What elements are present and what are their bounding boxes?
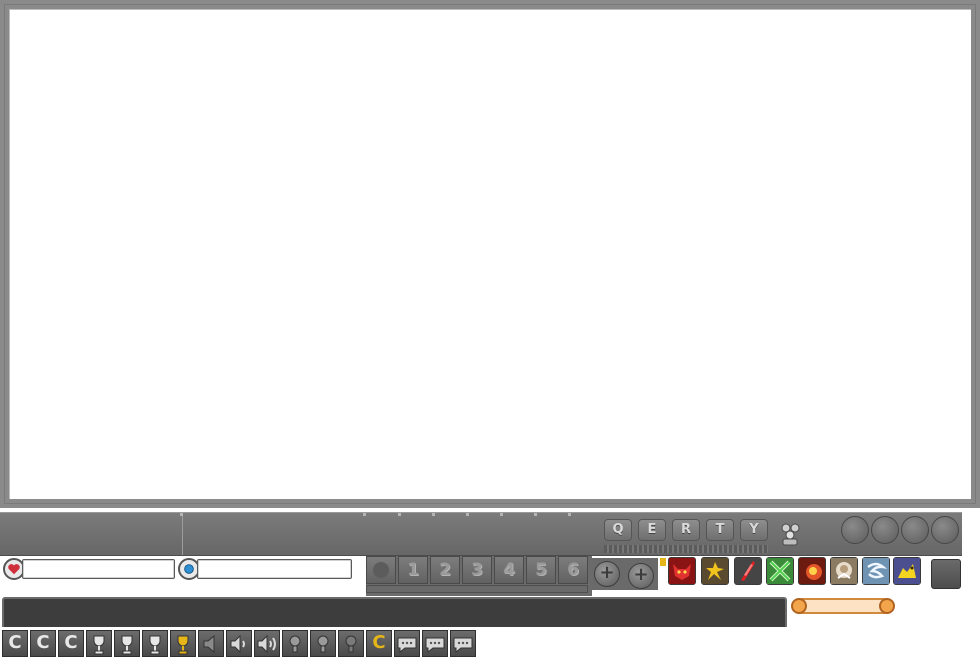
- speech-bubble-icon[interactable]: [394, 630, 420, 657]
- quickslot-empty[interactable]: [366, 556, 396, 584]
- hud-divider: [182, 513, 183, 555]
- quickslot-5[interactable]: 5: [526, 556, 556, 584]
- golden-runner-skill-icon[interactable]: [701, 557, 729, 585]
- fire-burst-skill-icon[interactable]: [798, 557, 826, 585]
- hotkey-r-button[interactable]: R: [672, 519, 700, 541]
- quickslot-1[interactable]: 1: [398, 556, 428, 584]
- hud-tick: [568, 513, 571, 516]
- chat-channel-c-button[interactable]: C: [2, 630, 28, 657]
- scroll-body: [799, 598, 887, 614]
- light-bulb-icon[interactable]: [310, 630, 336, 657]
- quickslot-3[interactable]: 3: [462, 556, 492, 584]
- hotkey-t-button[interactable]: T: [706, 519, 734, 541]
- gold-trophy-icon[interactable]: [170, 630, 196, 657]
- chat-panel: [2, 597, 787, 627]
- quickslot-2[interactable]: 2: [430, 556, 460, 584]
- scroll-widget[interactable]: [791, 597, 895, 615]
- hotkey-e-button[interactable]: E: [638, 519, 666, 541]
- trophy-icon[interactable]: [142, 630, 168, 657]
- plus-button-group: + +: [592, 558, 658, 590]
- red-demon-skill-icon[interactable]: [668, 557, 696, 585]
- chat-channel-c-button[interactable]: C: [30, 630, 56, 657]
- light-bulb-icon[interactable]: [338, 630, 364, 657]
- hud-tick: [432, 513, 435, 516]
- menu-orb-button[interactable]: [841, 516, 869, 544]
- quickslot-6[interactable]: 6: [558, 556, 588, 584]
- quickslot-footer: [366, 585, 588, 593]
- hotkey-group: Q E R T Y: [604, 519, 776, 553]
- red-claw-skill-icon[interactable]: [734, 557, 762, 585]
- hud-tick: [398, 513, 401, 516]
- trophy-icon[interactable]: [86, 630, 112, 657]
- quickslot-bar: 1 2 3 4 5 6: [366, 556, 592, 596]
- game-viewport[interactable]: [9, 9, 971, 499]
- plus-button[interactable]: +: [628, 563, 654, 589]
- mp-bar: [197, 559, 352, 579]
- hotkey-q-button[interactable]: Q: [604, 519, 632, 541]
- menu-orb-button[interactable]: [931, 516, 959, 544]
- hud-tick: [180, 513, 183, 516]
- quickslot-4[interactable]: 4: [494, 556, 524, 584]
- sound-low-icon[interactable]: [226, 630, 252, 657]
- party-icon[interactable]: [777, 521, 803, 547]
- green-cross-skill-icon[interactable]: [766, 557, 794, 585]
- sound-high-icon[interactable]: [254, 630, 280, 657]
- hotkey-footer: [604, 545, 768, 553]
- hp-bar: [22, 559, 175, 579]
- light-bulb-icon[interactable]: [282, 630, 308, 657]
- side-square-button[interactable]: [931, 559, 961, 589]
- speech-bubble-icon[interactable]: [422, 630, 448, 657]
- hotkey-y-button[interactable]: Y: [740, 519, 768, 541]
- speech-bubble-icon[interactable]: [450, 630, 476, 657]
- notification-marker: [660, 558, 666, 566]
- wind-spirit-skill-icon[interactable]: [862, 557, 890, 585]
- plus-button[interactable]: +: [594, 561, 620, 587]
- chat-input[interactable]: [4, 599, 785, 627]
- yellow-wolf-skill-icon[interactable]: [893, 557, 921, 585]
- ghost-aura-skill-icon[interactable]: [830, 557, 858, 585]
- hud-tick: [534, 513, 537, 516]
- menu-orb-button[interactable]: [901, 516, 929, 544]
- hud-tick: [363, 513, 366, 516]
- sound-off-icon[interactable]: [198, 630, 224, 657]
- hud-tick: [500, 513, 503, 516]
- hud-top-bar: Q E R T Y: [0, 512, 962, 556]
- trophy-icon[interactable]: [114, 630, 140, 657]
- scroll-left-knob: [791, 598, 807, 614]
- chat-channel-c-active-button[interactable]: C: [366, 630, 392, 657]
- chat-channel-c-button[interactable]: C: [58, 630, 84, 657]
- scroll-right-knob: [879, 598, 895, 614]
- hud-tick: [466, 513, 469, 516]
- menu-orb-button[interactable]: [871, 516, 899, 544]
